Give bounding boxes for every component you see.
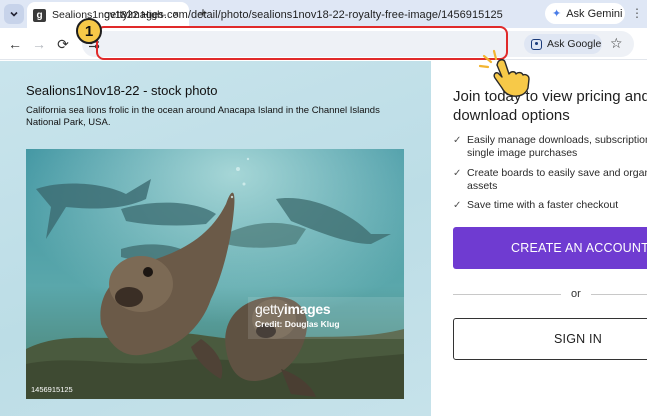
- tab-search-button[interactable]: [4, 4, 24, 24]
- or-separator: or: [571, 288, 581, 300]
- create-account-button[interactable]: CREATE AN ACCOUNT: [453, 227, 647, 269]
- url-text[interactable]: gettyimages.com/detail/photo/sealions1no…: [104, 9, 503, 21]
- ask-google-label: Ask Google: [547, 38, 602, 50]
- reload-button[interactable]: ⟳: [53, 34, 73, 54]
- checkmark-icon: ✓: [453, 135, 462, 146]
- benefit-item: ✓ Easily manage downloads, subscriptions…: [453, 134, 647, 159]
- divider-right: [591, 294, 647, 295]
- gemini-star-icon: ✦: [552, 8, 562, 20]
- pointer-hand-icon: [478, 49, 530, 97]
- checkmark-icon: ✓: [453, 200, 462, 211]
- photo-panel: Sealions1Nov18-22 - stock photo Californ…: [0, 61, 431, 416]
- window-controls-icon[interactable]: ⋮: [631, 6, 643, 20]
- photo-title: Sealions1Nov18-22 - stock photo: [26, 83, 218, 98]
- page-content: Sealions1Nov18-22 - stock photo Californ…: [0, 61, 647, 416]
- url-highlight-box: [96, 26, 508, 60]
- back-button[interactable]: ←: [5, 34, 25, 54]
- gettyimages-favicon-icon: g: [33, 8, 46, 22]
- gettyimages-watermark-logo: gettyimages: [255, 301, 331, 317]
- photo-illustration: [26, 149, 404, 399]
- sea-lions-photo[interactable]: gettyimages Credit: Douglas Klug 1456915…: [26, 149, 404, 399]
- step-number-badge: 1: [76, 18, 102, 44]
- chevron-down-icon: [10, 11, 18, 17]
- ask-gemini-button[interactable]: ✦ Ask Gemini: [545, 3, 625, 24]
- ask-gemini-label: Ask Gemini: [566, 7, 623, 20]
- checkmark-icon: ✓: [453, 168, 462, 179]
- forward-button[interactable]: →: [29, 34, 49, 54]
- bookmark-star-icon[interactable]: ☆: [610, 35, 623, 52]
- image-id: 1456915125: [31, 385, 73, 394]
- benefit-item: ✓ Create boards to easily save and organ…: [453, 167, 647, 192]
- watermark-credit: Credit: Douglas Klug: [255, 319, 340, 329]
- divider-left: [453, 294, 561, 295]
- sign-in-button[interactable]: SIGN IN: [453, 318, 647, 360]
- signup-panel: Join today to view pricing and download …: [431, 61, 647, 416]
- benefit-item: ✓ Save time with a faster checkout: [453, 199, 619, 211]
- photo-caption: California sea lions frolic in the ocean…: [26, 105, 380, 128]
